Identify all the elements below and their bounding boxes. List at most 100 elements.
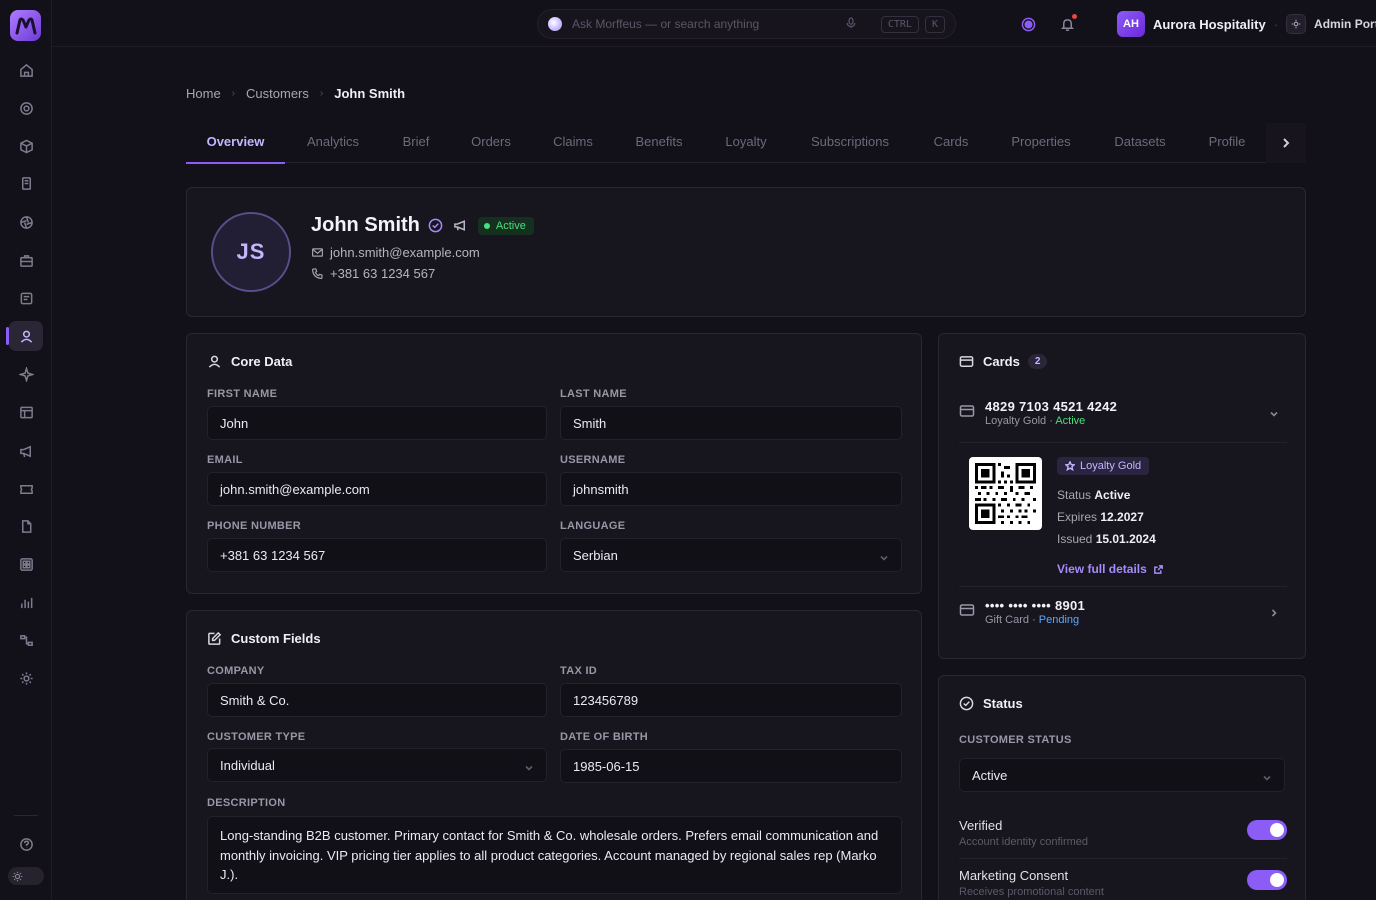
profile-phone[interactable]: +381 63 1234 567 <box>330 266 435 281</box>
language-select[interactable]: Serbian <box>560 538 902 572</box>
flow-icon[interactable] <box>9 625 43 655</box>
email-field[interactable]: john.smith@example.com <box>207 472 547 506</box>
card-expires-label: Expires <box>1057 510 1098 524</box>
org-name: Aurora Hospitality <box>1153 16 1266 32</box>
settings-icon[interactable] <box>9 663 43 693</box>
app-logo[interactable] <box>10 10 41 41</box>
marketing-consent-title: Marketing Consent <box>959 868 1069 883</box>
company-field[interactable]: Smith & Co. <box>207 683 547 717</box>
help-icon[interactable] <box>9 829 43 859</box>
user-icon[interactable] <box>6 321 43 351</box>
card-separator: · <box>1029 614 1039 626</box>
tabs-scroll-right-button[interactable] <box>1266 123 1306 163</box>
logo-m-icon <box>15 17 36 34</box>
avatar: JS <box>211 212 291 292</box>
sun-icon <box>10 869 24 883</box>
tab-cards[interactable]: Cards <box>922 123 980 163</box>
tab-loyalty[interactable]: Loyalty <box>714 123 778 163</box>
breadcrumb: Home › Customers › John Smith <box>186 86 405 101</box>
tab-analytics[interactable]: Analytics <box>295 123 371 163</box>
cards-count-badge: 2 <box>1027 354 1048 369</box>
home-icon[interactable] <box>9 55 43 85</box>
card-number: 4829 7103 4521 4242 <box>985 399 1118 414</box>
ticket-icon[interactable] <box>9 474 43 504</box>
core-data-panel: Core Data FIRST NAME John LAST NAME Smit… <box>186 333 922 594</box>
card-number: •••• •••• •••• 8901 <box>985 598 1086 613</box>
megaphone-icon <box>454 220 465 231</box>
assistant-orb-icon <box>548 17 562 31</box>
custom-fields-title-text: Custom Fields <box>231 631 321 646</box>
tier-badge-text: Loyalty Gold <box>1080 460 1142 472</box>
verified-subtitle: Account identity confirmed <box>959 836 1089 848</box>
theme-toggle[interactable] <box>8 867 44 885</box>
dob-field[interactable]: 1985-06-15 <box>560 749 902 783</box>
chevron-right-icon[interactable] <box>1269 606 1279 621</box>
breadcrumb-customers[interactable]: Customers <box>246 86 309 101</box>
card-status: Active <box>1055 415 1086 427</box>
chevron-down-icon <box>524 761 534 776</box>
tab-bar: Overview Analytics Brief Orders Claims B… <box>186 123 1306 164</box>
last-name-field[interactable]: Smith <box>560 406 902 440</box>
briefcase-icon[interactable] <box>9 245 43 275</box>
profile-email[interactable]: john.smith@example.com <box>330 245 480 260</box>
box-icon[interactable] <box>9 131 43 161</box>
bar-chart-icon[interactable] <box>9 587 43 617</box>
card-status-line: Status Active <box>1057 488 1130 502</box>
table-icon[interactable] <box>9 397 43 427</box>
card-type: Loyalty Gold <box>985 415 1047 427</box>
customer-status-label: CUSTOMER STATUS <box>959 734 1072 746</box>
sparkle-icon[interactable] <box>9 359 43 389</box>
tax-id-field[interactable]: 123456789 <box>560 683 902 717</box>
card-issued-value: 15.01.2024 <box>1095 532 1156 546</box>
customer-status-select[interactable]: Active <box>959 758 1285 792</box>
tab-claims[interactable]: Claims <box>542 123 604 163</box>
tab-benefits[interactable]: Benefits <box>624 123 694 163</box>
list-icon[interactable] <box>9 283 43 313</box>
tab-properties[interactable]: Properties <box>1000 123 1082 163</box>
view-full-details-link[interactable]: View full details <box>1057 562 1164 576</box>
aperture-icon[interactable] <box>9 207 43 237</box>
card-item-loyalty[interactable]: 4829 7103 4521 4242 Loyalty Gold · Activ… <box>959 399 1287 427</box>
org-switcher[interactable]: AH Aurora Hospitality · Admin Portal <box>1117 11 1376 37</box>
customer-type-select[interactable]: Individual <box>207 748 547 782</box>
tab-profile[interactable]: Profile <box>1198 123 1256 163</box>
description-label: DESCRIPTION <box>207 797 286 809</box>
verified-toggle[interactable] <box>1247 820 1287 840</box>
tab-orders[interactable]: Orders <box>462 123 520 163</box>
tab-overview[interactable]: Overview <box>186 123 285 164</box>
microphone-icon[interactable] <box>845 17 857 32</box>
tab-subscriptions[interactable]: Subscriptions <box>798 123 902 163</box>
tab-datasets[interactable]: Datasets <box>1102 123 1178 163</box>
description-textarea[interactable]: Long-standing B2B customer. Primary cont… <box>207 816 902 894</box>
view-full-details-text: View full details <box>1057 562 1147 576</box>
phone-icon <box>312 268 323 279</box>
grid-icon[interactable] <box>9 549 43 579</box>
dob-label: DATE OF BIRTH <box>560 731 649 743</box>
chevron-down-icon <box>1262 771 1272 786</box>
search-bar[interactable]: Ask Morffeus — or search anything CTRL K <box>537 9 956 39</box>
card-expires-value: 12.2027 <box>1100 510 1144 524</box>
kbd-ctrl: CTRL <box>880 15 919 33</box>
card-item-gift[interactable]: •••• •••• •••• 8901 Gift Card · Pending <box>959 598 1287 626</box>
row-divider <box>959 442 1287 443</box>
top-bar: Ask Morffeus — or search anything CTRL K… <box>52 0 1376 47</box>
target-icon[interactable] <box>9 93 43 123</box>
notifications-bell-icon[interactable] <box>1055 12 1079 36</box>
phone-field[interactable]: +381 63 1234 567 <box>207 538 547 572</box>
card-type: Gift Card <box>985 614 1030 626</box>
file-icon[interactable] <box>9 511 43 541</box>
breadcrumb-home[interactable]: Home <box>186 86 221 101</box>
card-subtitle: Loyalty Gold · Active <box>985 415 1117 427</box>
username-field[interactable]: johnsmith <box>560 472 902 506</box>
chevron-down-icon[interactable] <box>1269 407 1279 422</box>
breadcrumb-current: John Smith <box>334 86 406 101</box>
first-name-field[interactable]: John <box>207 406 547 440</box>
star-icon <box>1065 461 1075 471</box>
core-data-title: Core Data <box>207 354 292 369</box>
tab-brief[interactable]: Brief <box>391 123 441 163</box>
document-icon[interactable] <box>9 168 43 198</box>
marketing-consent-toggle[interactable] <box>1247 870 1287 890</box>
assistant-icon[interactable] <box>1016 12 1040 36</box>
verified-title: Verified <box>959 818 1003 833</box>
megaphone-icon[interactable] <box>9 436 43 466</box>
